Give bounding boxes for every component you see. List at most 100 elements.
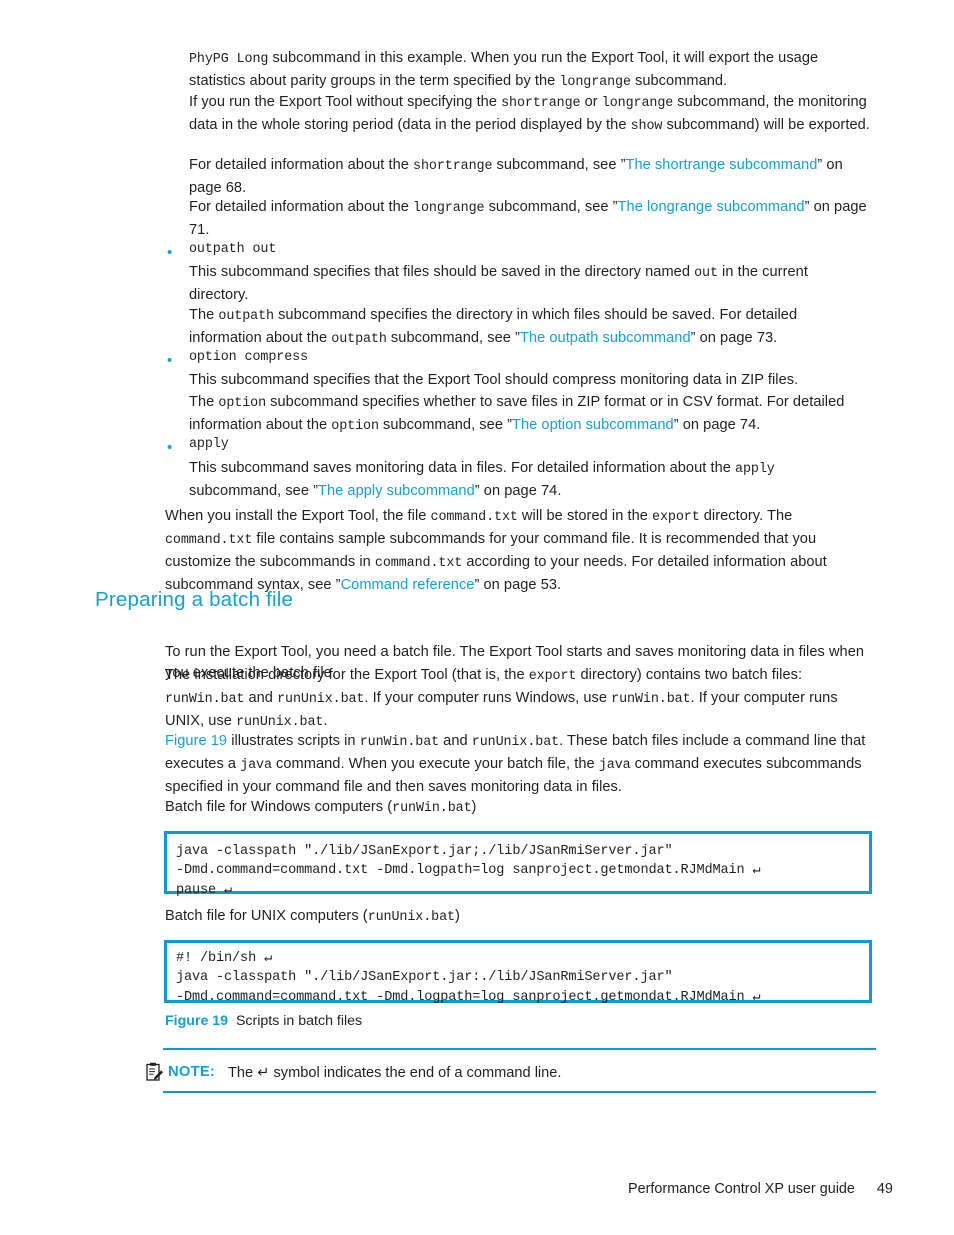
p5-text-a: This subcommand specifies that files sho… xyxy=(189,264,695,280)
paragraph-export-tool-without-range: If you run the Export Tool without speci… xyxy=(189,92,871,138)
p3-text-a: For detailed information about the xyxy=(189,157,414,173)
paragraph-option-description: This subcommand specifies that the Expor… xyxy=(189,370,869,391)
code-block-windows-content: java -classpath "./lib/JSanExport.jar;./… xyxy=(176,844,761,898)
footer-page-number: 49 xyxy=(876,1181,893,1197)
bullet-marker-apply: • xyxy=(167,439,173,456)
figure-caption-label: Figure 19 xyxy=(165,1013,229,1029)
code-command-txt-1: command.txt xyxy=(430,510,518,525)
paragraph-command-txt: When you install the Export Tool, the fi… xyxy=(165,506,865,596)
bullet-label-outpath-out: outpath out xyxy=(189,242,277,257)
bullet-label-apply: apply xyxy=(189,437,229,452)
p12-text-b: directory) contains two batch files: xyxy=(576,667,803,683)
windows-label-a: Batch file for Windows computers ( xyxy=(165,799,393,815)
p8-text-d: ” on page 74. xyxy=(673,416,761,433)
code-rununix-bat-label: runUnix.bat xyxy=(367,910,455,925)
figure-caption-text: Scripts in batch files xyxy=(235,1013,363,1029)
link-the-outpath-subcommand[interactable]: The outpath subcommand xyxy=(520,330,691,346)
code-rununix-bat-2: runUnix.bat xyxy=(236,714,324,730)
bullet-marker-outpath: • xyxy=(167,244,173,261)
link-figure-19[interactable]: Figure 19 xyxy=(165,733,227,749)
code-command-txt-3: command.txt xyxy=(374,555,463,571)
paragraph-option-reference: The option subcommand specifies whether … xyxy=(189,392,871,438)
link-the-shortrange-subcommand[interactable]: The shortrange subcommand xyxy=(626,157,818,173)
bullet-label-option-compress: option compress xyxy=(189,350,309,365)
page-footer: Performance Control XP user guide 49 xyxy=(628,1181,893,1197)
code-shortrange-1: shortrange xyxy=(501,96,581,111)
code-rununix-bat-1: runUnix.bat xyxy=(277,691,365,707)
code-longrange-3: longrange xyxy=(413,201,485,216)
unix-label-b: ) xyxy=(454,908,460,924)
p12-text-f: . xyxy=(323,712,328,729)
p1-text-b: subcommand. xyxy=(630,72,728,89)
code-runwin-bat-1: runWin.bat xyxy=(165,691,245,707)
paragraph-figure19-reference: Figure 19 illustrates scripts in runWin.… xyxy=(165,731,869,798)
code-export-dir-1: export xyxy=(652,510,700,525)
paragraph-outpath-description: This subcommand specifies that files sho… xyxy=(189,262,865,306)
code-export-dir-2: export xyxy=(528,669,577,684)
document-page: PhyPG Long subcommand in this example. W… xyxy=(0,0,954,1235)
note-label: NOTE: xyxy=(168,1064,216,1080)
code-option-2: option xyxy=(331,418,379,434)
note-bottom-rule xyxy=(163,1091,876,1093)
p13-text-a: illustrates scripts in xyxy=(227,733,360,749)
p8-text-c: subcommand, see ” xyxy=(378,416,513,433)
bullet-marker-option: • xyxy=(167,352,173,369)
code-apply: apply xyxy=(735,462,775,477)
code-outpath-1: outpath xyxy=(218,309,274,324)
p9-text-b: subcommand, see ” xyxy=(189,482,319,499)
p12-text-d: . If your computer runs Windows, use xyxy=(364,689,612,706)
windows-label-b: ) xyxy=(471,799,477,815)
paragraph-outpath-reference: The outpath subcommand specifies the dir… xyxy=(189,305,867,351)
code-phypg-long: PhyPG Long xyxy=(189,52,269,67)
p12-text-a: The installation directory for the Expor… xyxy=(165,667,529,683)
p4-text-a: For detailed information about the xyxy=(189,199,414,215)
p2-text-d: subcommand) will be exported. xyxy=(662,116,870,133)
code-longrange-2: longrange xyxy=(601,96,674,111)
label-batch-file-unix: Batch file for UNIX computers (runUnix.b… xyxy=(165,906,460,929)
p7-text-a: This subcommand specifies that the Expor… xyxy=(189,372,799,388)
p3-text-b: subcommand, see ” xyxy=(492,157,626,173)
code-runwin-bat-3: runWin.bat xyxy=(359,735,440,750)
link-command-reference[interactable]: Command reference xyxy=(341,577,475,593)
code-runwin-bat-2: runWin.bat xyxy=(611,691,691,707)
p10-text-f: ” on page 53. xyxy=(474,576,562,593)
code-java-1: java xyxy=(240,757,272,773)
p6-text-d: ” on page 73. xyxy=(690,329,778,346)
link-the-apply-subcommand[interactable]: The apply subcommand xyxy=(318,483,475,499)
note-text: The ↵ symbol indicates the end of a comm… xyxy=(228,1065,562,1081)
p13-text-d: command. When you execute your batch fil… xyxy=(271,755,599,772)
p10-text-c: directory. The xyxy=(699,508,793,524)
paragraph-installation-directory: The installation directory for the Expor… xyxy=(165,665,871,734)
p12-text-c: and xyxy=(244,689,278,706)
code-rununix-bat-3: runUnix.bat xyxy=(471,735,560,750)
code-block-windows: java -classpath "./lib/JSanExport.jar;./… xyxy=(164,831,872,898)
note-clipboard-pencil-icon xyxy=(146,1062,164,1082)
paragraph-phypg-long: PhyPG Long subcommand in this example. W… xyxy=(189,48,867,94)
p10-text-a: When you install the Export Tool, the fi… xyxy=(165,508,431,524)
code-longrange-1: longrange xyxy=(559,74,631,90)
p10-text-b: will be stored in the xyxy=(517,508,653,524)
p13-text-b: and xyxy=(439,733,472,749)
p9-text-c: ” on page 74. xyxy=(474,482,562,499)
p6-text-a: The xyxy=(189,307,219,323)
p2-text-a: If you run the Export Tool without speci… xyxy=(189,94,502,110)
link-the-option-subcommand[interactable]: The option subcommand xyxy=(512,417,674,433)
code-show: show xyxy=(630,118,663,134)
paragraph-shortrange-reference: For detailed information about the short… xyxy=(189,155,869,199)
footer-guide-title: Performance Control XP user guide xyxy=(628,1181,855,1197)
p6-text-c: subcommand, see ” xyxy=(386,329,520,346)
code-option-1: option xyxy=(218,396,267,411)
figure-caption: Figure 19 Scripts in batch files xyxy=(165,1013,362,1029)
code-out: out xyxy=(694,266,718,281)
code-java-2: java xyxy=(598,757,631,773)
code-outpath-2: outpath xyxy=(331,331,387,347)
note-top-rule xyxy=(163,1048,876,1050)
code-block-unix: #! /bin/sh ↵ java -classpath "./lib/JSan… xyxy=(164,940,872,1005)
section-heading-preparing-a-batch-file: Preparing a batch file xyxy=(95,588,294,611)
code-shortrange-2: shortrange xyxy=(413,159,493,174)
label-batch-file-windows: Batch file for Windows computers (runWin… xyxy=(165,797,476,820)
link-the-longrange-subcommand[interactable]: The longrange subcommand xyxy=(618,199,805,215)
p9-text-a: This subcommand saves monitoring data in… xyxy=(189,460,736,476)
paragraph-longrange-reference: For detailed information about the longr… xyxy=(189,197,869,241)
p8-text-a: The xyxy=(189,394,219,410)
